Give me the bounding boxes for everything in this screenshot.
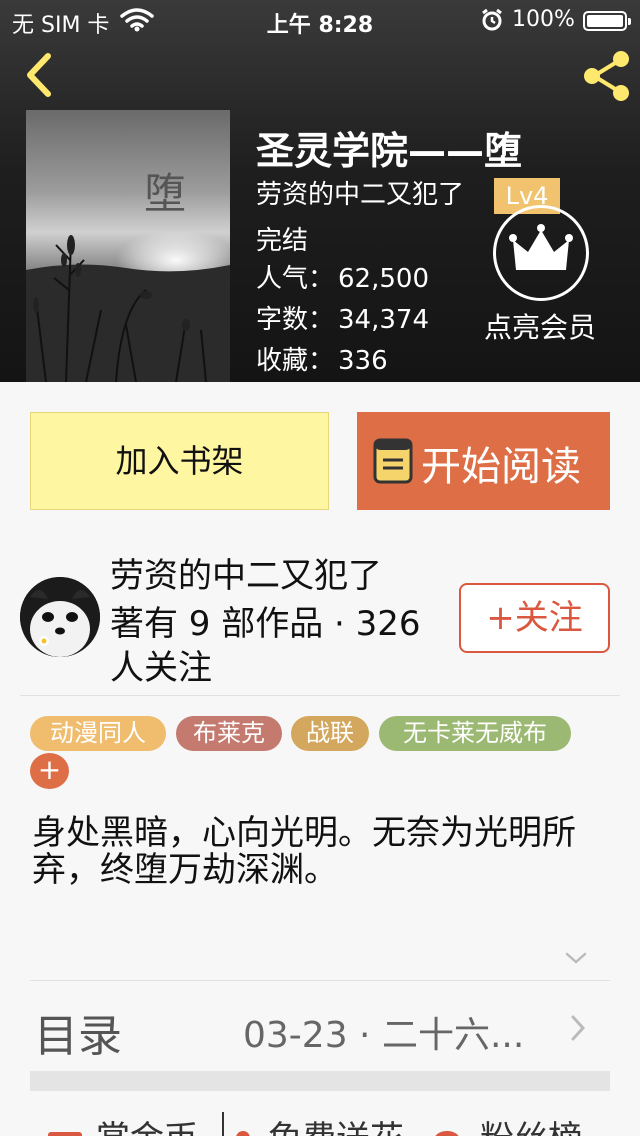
divider	[222, 1112, 224, 1136]
popularity-value: 62,500	[338, 264, 429, 294]
divider	[30, 980, 610, 981]
author-avatar[interactable]	[20, 577, 100, 657]
follow-button[interactable]: +关注	[459, 583, 610, 653]
chevron-right-icon	[571, 1015, 586, 1041]
coin-icon	[48, 1132, 82, 1136]
tag-chip[interactable]: 布莱克	[176, 716, 282, 751]
vip-button[interactable]	[493, 205, 589, 301]
favorites-value: 336	[338, 346, 388, 376]
book-synopsis: 身处黑暗，心向光明。无奈为光明所弃，终堕万劫深渊。	[32, 813, 576, 890]
back-button[interactable]	[18, 50, 62, 100]
tag-chip[interactable]: 无卡莱无威布	[379, 716, 571, 751]
flower-icon	[236, 1131, 250, 1136]
chevron-left-icon	[27, 53, 51, 97]
section-separator	[30, 1071, 610, 1091]
chevron-down-icon[interactable]	[565, 950, 587, 966]
vip-label[interactable]: 点亮会员	[474, 306, 606, 346]
add-tag-button[interactable]: +	[30, 753, 69, 789]
fan-ranking-button[interactable]: 粉丝榜	[480, 1111, 582, 1136]
book-status: 完结	[256, 226, 309, 256]
share-button[interactable]	[578, 48, 634, 104]
cover-grass-art	[26, 235, 230, 382]
toc-label: 目录	[34, 1011, 122, 1062]
divider	[20, 695, 620, 696]
send-flower-button[interactable]: 免费送花	[268, 1111, 404, 1136]
battery-icon	[583, 11, 631, 31]
tag-chip[interactable]: 动漫同人	[30, 716, 166, 751]
wordcount-label: 字数：	[256, 305, 335, 335]
start-reading-label: 开始阅读	[421, 444, 581, 490]
start-reading-button[interactable]: 开始阅读	[357, 412, 610, 510]
bottom-action-bar: 赏金币 免费送花 粉丝榜	[0, 1091, 640, 1136]
stat-favorites: 收藏： 336	[256, 340, 388, 377]
book-title: 圣灵学院——堕	[256, 129, 523, 173]
tag-chip[interactable]: 战联	[291, 716, 369, 751]
table-of-contents-row[interactable]: 目录 03-23 · 二十六...	[30, 990, 610, 1066]
latest-chapter: 03-23 · 二十六...	[243, 1015, 525, 1056]
book-cover[interactable]: 堕	[26, 110, 230, 382]
stat-wordcount: 字数： 34,374	[256, 299, 429, 336]
status-bar: 无 SIM 卡 上午 8:28 100%	[0, 0, 640, 40]
book-header: 无 SIM 卡 上午 8:28 100% 堕 圣灵学院——堕 劳资的中二又犯了 …	[0, 0, 640, 382]
crown-icon	[509, 224, 573, 270]
reward-coin-button[interactable]: 赏金币	[96, 1111, 198, 1136]
fans-icon	[434, 1131, 460, 1136]
share-icon	[584, 51, 629, 101]
alarm-icon	[480, 8, 504, 38]
author-works-summary: 著有 9 部作品 · 326 人关注	[110, 604, 421, 688]
wordcount-value: 34,374	[338, 305, 429, 335]
add-to-shelf-button[interactable]: 加入书架	[30, 412, 329, 510]
author-name[interactable]: 劳资的中二又犯了	[110, 548, 382, 597]
header-author-name[interactable]: 劳资的中二又犯了	[256, 174, 464, 211]
book-icon	[373, 438, 413, 484]
favorites-label: 收藏：	[256, 346, 335, 376]
stat-popularity: 人气： 62,500	[256, 258, 429, 295]
popularity-label: 人气：	[256, 264, 335, 294]
battery-percent: 100%	[512, 7, 575, 32]
